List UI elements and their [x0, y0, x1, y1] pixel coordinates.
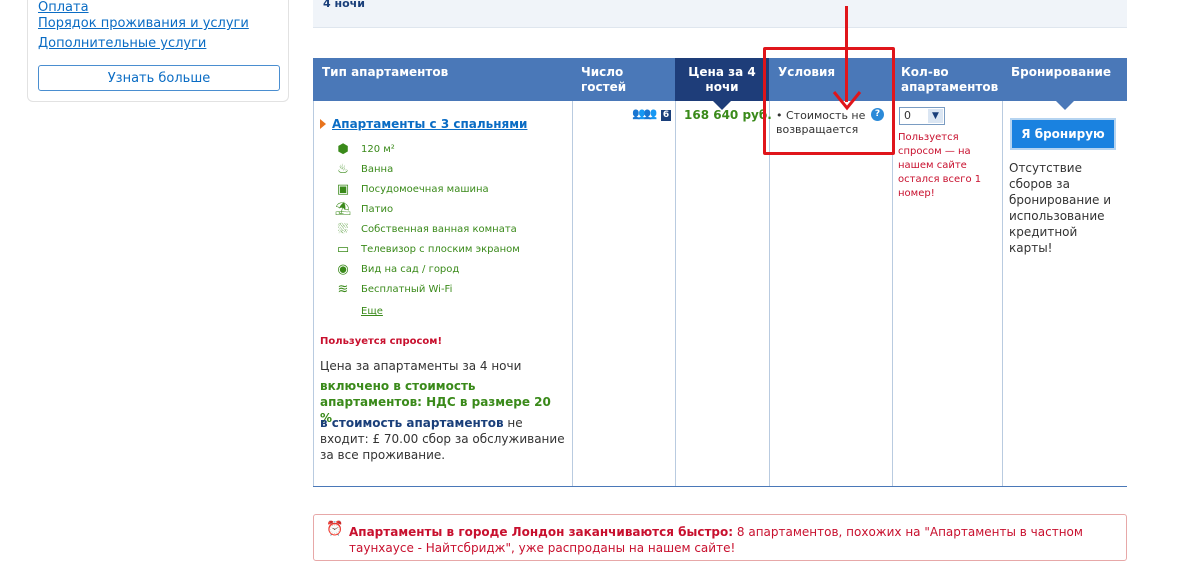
feature-label: Телевизор с плоским экраном: [361, 244, 520, 255]
quantity-value: 0: [904, 109, 911, 122]
quantity-select[interactable]: 0 ▼: [899, 107, 945, 125]
col-divider: [1002, 101, 1003, 486]
annotation-arrow-line: [845, 6, 848, 102]
stay-summary-bar: 4 ночи: [313, 0, 1127, 28]
feature-label: Ванна: [361, 164, 394, 175]
sidebar-panel: Оплата Порядок проживания и услуги Допол…: [27, 0, 289, 102]
header-guests: Число гостей: [581, 65, 627, 94]
header-booking: Бронирование: [1011, 65, 1112, 79]
price-note: Цена за апартаменты за 4 ночи: [320, 359, 522, 373]
excluded-fees: в стоимость апартаментов не входит: £ 70…: [320, 415, 570, 463]
col-divider: [572, 101, 573, 486]
apartment-title-link[interactable]: Апартаменты с 3 спальнями: [332, 117, 527, 131]
chevron-down-icon: ▼: [928, 109, 943, 123]
price-value: 168 640 руб.: [684, 108, 772, 122]
popular-label: Пользуется спросом!: [320, 336, 443, 347]
guests-indicator: 👥👥 6: [632, 107, 672, 121]
col-divider: [769, 101, 770, 486]
header-price: Цена за 4 ночи: [675, 58, 769, 101]
table-header: Тип апартаментов Число гостей Цена за 4 …: [313, 58, 1127, 101]
header-type: Тип апартаментов: [322, 65, 449, 79]
eye-icon: ◉: [337, 262, 349, 277]
more-features-link[interactable]: Еще: [361, 306, 383, 317]
sidebar-link-services[interactable]: Дополнительные услуги: [38, 36, 206, 51]
wifi-icon: ≋: [337, 282, 349, 297]
tv-icon: ▭: [336, 242, 350, 257]
annotation-highlight-box: [763, 47, 895, 155]
excluded-bold: в стоимость апартаментов: [320, 416, 504, 430]
learn-more-button[interactable]: Узнать больше: [38, 65, 280, 91]
guests-count-badge: 6: [660, 110, 672, 121]
col-divider: [892, 101, 893, 486]
dishwasher-icon: ▣: [336, 182, 350, 197]
orange-arrow-icon: [320, 119, 326, 129]
header-quantity: Кол-во апартаментов: [901, 65, 999, 94]
nights-label: 4 ночи: [323, 0, 365, 10]
alert-bold: Апартаменты в городе Лондон заканчиваютс…: [349, 525, 734, 539]
book-button[interactable]: Я бронирую: [1010, 118, 1116, 150]
shower-icon: ⛆: [337, 222, 349, 237]
feature-label: Собственная ванная комната: [361, 224, 517, 235]
feature-label: 120 м²: [361, 144, 395, 155]
feature-label: Посудомоечная машина: [361, 184, 489, 195]
people-icon: 👥👥: [632, 107, 657, 120]
booking-note: Отсутствие сборов за бронирование и испо…: [1009, 161, 1112, 255]
alarm-clock-icon: ⏰: [326, 521, 344, 537]
annotation-arrowhead-icon: [832, 91, 862, 111]
booking-header-pointer: [1056, 101, 1074, 110]
table-bottom-border: [313, 486, 1127, 487]
feature-label: Патио: [361, 204, 394, 215]
sidebar-link-rules[interactable]: Порядок проживания и услуги: [38, 16, 249, 31]
bath-icon: ♨: [337, 162, 349, 177]
availability-note: Пользуется спросом — на нашем сайте оста…: [898, 132, 982, 199]
sellout-alert: ⏰ Апартаменты в городе Лондон заканчиваю…: [313, 514, 1127, 561]
feature-label: Бесплатный Wi-Fi: [361, 284, 453, 295]
col-divider: [675, 101, 676, 486]
area-icon: ⬢: [337, 142, 349, 157]
patio-icon: ⛱: [334, 202, 352, 217]
alert-text: Апартаменты в городе Лондон заканчиваютс…: [349, 524, 1119, 556]
col-divider: [313, 101, 314, 486]
feature-label: Вид на сад / город: [361, 264, 460, 275]
sidebar-link-payment[interactable]: Оплата: [38, 0, 89, 15]
